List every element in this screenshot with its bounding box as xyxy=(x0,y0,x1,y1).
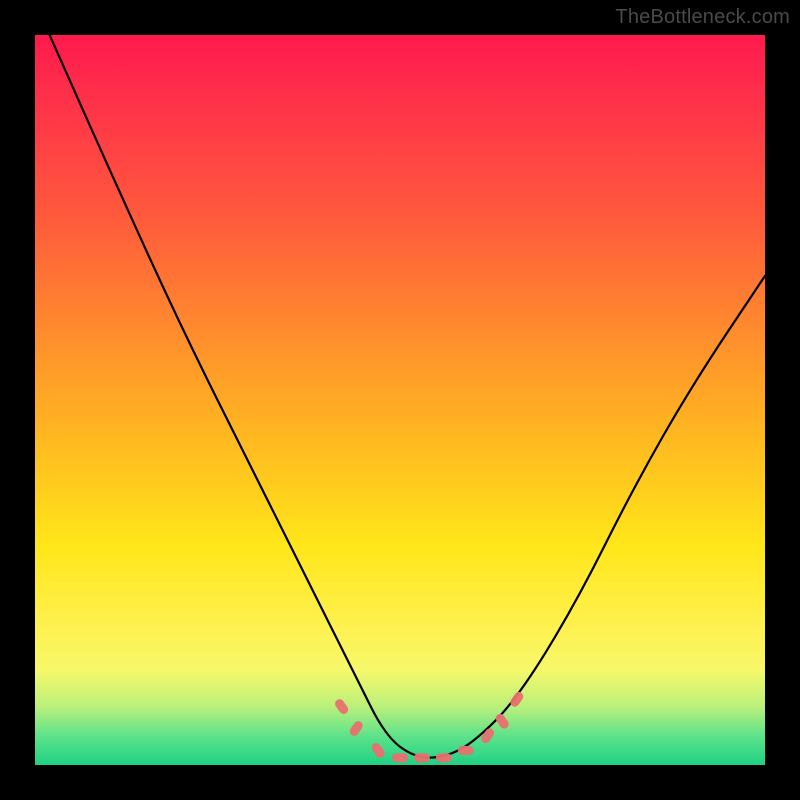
plot-area xyxy=(35,35,765,765)
trough-marker xyxy=(414,753,430,762)
curve-path xyxy=(50,35,765,758)
trough-marker xyxy=(436,753,452,762)
trough-marker xyxy=(333,697,350,715)
trough-marker xyxy=(458,746,474,755)
chart-frame: TheBottleneck.com xyxy=(0,0,800,800)
bottleneck-curve xyxy=(35,35,765,765)
trough-marker xyxy=(479,727,496,745)
trough-marker xyxy=(392,753,408,762)
trough-marker xyxy=(370,741,387,759)
trough-marker xyxy=(348,719,365,737)
trough-markers xyxy=(333,690,525,762)
watermark-text: TheBottleneck.com xyxy=(615,6,790,29)
trough-marker xyxy=(509,690,526,708)
